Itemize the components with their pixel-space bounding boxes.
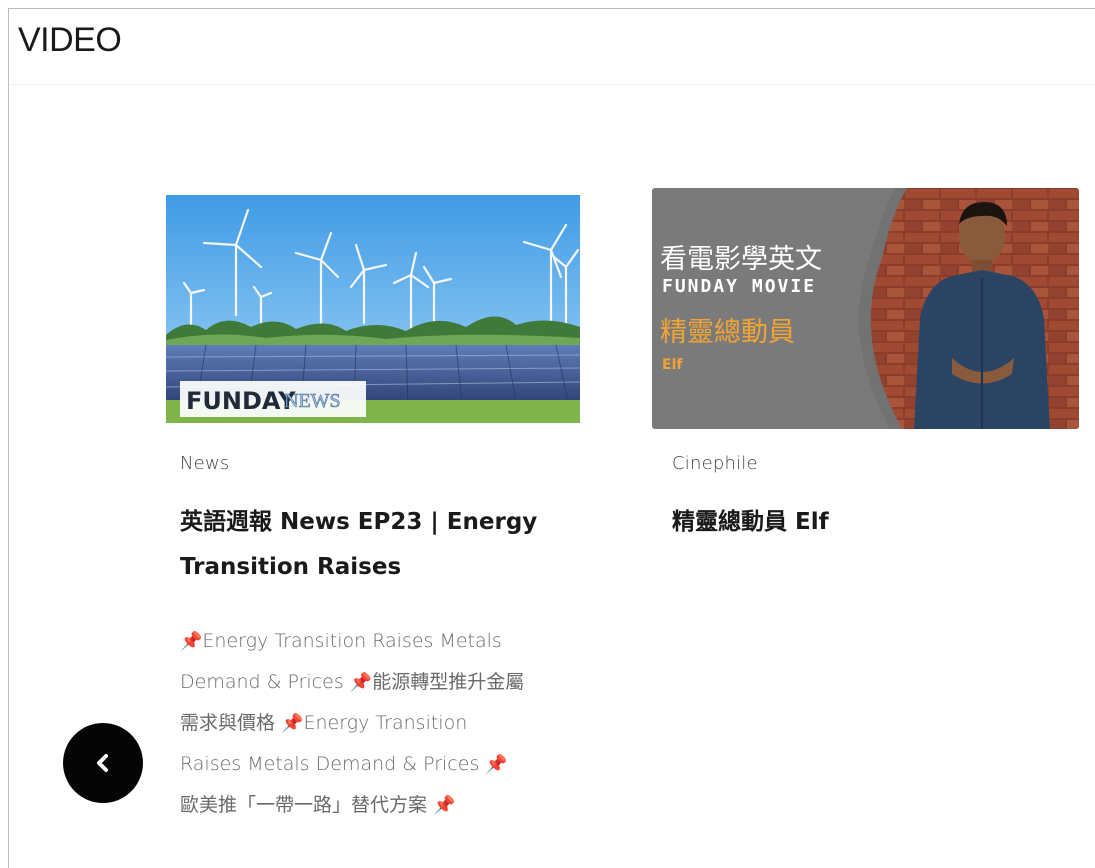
video-thumbnail-news[interactable]: FUNDAY NEWS [166,195,580,423]
svg-text:Elf: Elf [662,357,683,373]
funday-movie-image: 看電影學英文 FUNDAY MOVIE 精靈總動員 Elf [652,188,1079,429]
page-frame [8,8,1095,868]
carousel-prev-button[interactable] [63,723,143,803]
wind-solar-farm-image: FUNDAY NEWS [166,195,580,423]
pushpin-icon: 📌 [349,672,373,693]
video-category[interactable]: News [180,453,229,474]
video-title[interactable]: 精靈總動員 Elf [672,500,1072,545]
chevron-left-icon [97,754,108,772]
pushpin-icon: 📌 [485,754,508,775]
video-card-news[interactable]: FUNDAY NEWS News 英語週報 News EP23 | Energy… [166,195,580,816]
video-category[interactable]: Cinephile [672,453,758,474]
video-title[interactable]: 英語週報 News EP23 | Energy Transition Raise… [180,500,540,590]
section-title: VIDEO [18,21,122,59]
svg-text:精靈總動員: 精靈總動員 [660,317,795,348]
svg-text:FUNDAY MOVIE: FUNDAY MOVIE [662,276,816,297]
pushpin-icon: 📌 [180,631,203,652]
pushpin-icon: 📌 [433,795,456,816]
svg-text:FUNDAY: FUNDAY [186,387,296,415]
section-divider [9,84,1095,85]
svg-text:看電影學英文: 看電影學英文 [660,244,822,275]
excerpt-text: 歐美推「一帶一路」替代方案 [180,794,434,816]
pushpin-icon: 📌 [281,713,304,734]
video-card-cinephile[interactable]: 看電影學英文 FUNDAY MOVIE 精靈總動員 Elf Cinephile … [652,188,1079,535]
svg-text:NEWS: NEWS [284,390,341,412]
video-thumbnail-cinephile[interactable]: 看電影學英文 FUNDAY MOVIE 精靈總動員 Elf [652,188,1079,429]
video-excerpt: 📌Energy Transition Raises Metals Demand … [180,621,525,826]
